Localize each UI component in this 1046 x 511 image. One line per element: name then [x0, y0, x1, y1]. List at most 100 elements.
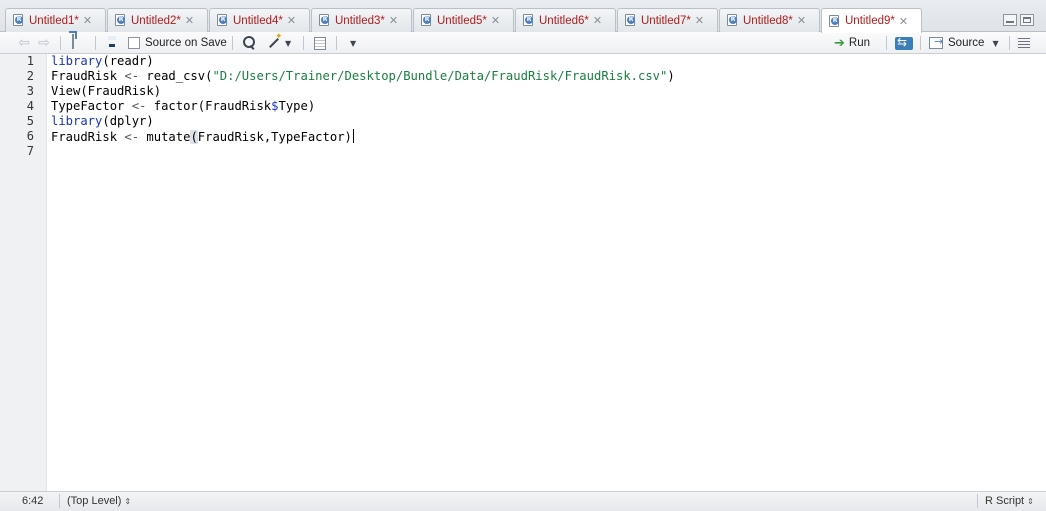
source-label: Source — [948, 37, 985, 49]
cursor-position: 6:42 — [22, 495, 44, 507]
compile-report-button[interactable] — [312, 35, 328, 51]
source-on-save-toggle[interactable]: Source on Save — [128, 35, 227, 51]
scope-selector[interactable]: (Top Level) ⇕ — [67, 495, 131, 507]
minimize-pane-icon[interactable] — [1003, 14, 1017, 26]
chevron-down-icon[interactable]: ▼ — [992, 39, 998, 48]
maximize-pane-icon[interactable] — [1020, 14, 1034, 26]
r-document-icon: R — [318, 14, 331, 27]
r-document-icon: R — [624, 14, 637, 27]
code-line-2[interactable]: FraudRisk <- read_csv("D:/Users/Trainer/… — [51, 69, 675, 84]
code-line-5[interactable]: library(dplyr) — [51, 114, 154, 129]
tab-untitled6[interactable]: R Untitled6* ✕ — [515, 8, 616, 32]
r-document-icon: R — [216, 14, 229, 27]
toolbar-divider — [336, 36, 337, 50]
status-divider — [977, 494, 978, 508]
matched-paren-highlight: ( — [190, 130, 198, 144]
r-document-icon: R — [12, 14, 25, 27]
code-editor[interactable]: 1 2 3 4 5 6 7 library(readr) FraudRisk <… — [0, 54, 1046, 491]
line-number: 1 — [26, 54, 34, 68]
toolbar-divider — [920, 36, 921, 50]
more-options-dropdown[interactable]: ▼ — [347, 35, 356, 51]
close-icon[interactable]: ✕ — [899, 16, 908, 27]
chevron-down-icon: ▼ — [350, 38, 357, 48]
show-in-new-window-button[interactable] — [70, 34, 86, 51]
close-icon[interactable]: ✕ — [491, 15, 500, 26]
close-icon[interactable]: ✕ — [83, 15, 92, 26]
tab-untitled1[interactable]: R Untitled1* ✕ — [5, 8, 106, 32]
r-document-icon: R — [522, 14, 535, 27]
keyword-token: library — [51, 54, 103, 68]
code-line-3[interactable]: View(FraudRisk) — [51, 84, 161, 99]
r-document-icon: R — [828, 14, 841, 28]
back-button[interactable]: ⇦ — [16, 35, 32, 51]
close-icon[interactable]: ✕ — [797, 15, 806, 26]
scope-label: (Top Level) — [67, 495, 122, 507]
editor-toolbar: ⇦ ⇨ Source on Save ▼ ▼ ➔ Run Source ▼ — [0, 32, 1046, 54]
popout-icon — [70, 34, 86, 51]
toolbar-divider — [1009, 36, 1010, 50]
find-replace-button[interactable] — [241, 35, 257, 51]
run-button[interactable]: ➔ Run — [834, 35, 870, 51]
run-label: Run — [848, 37, 871, 49]
tab-untitled5[interactable]: R Untitled5* ✕ — [413, 8, 514, 32]
tab-untitled7[interactable]: R Untitled7* ✕ — [617, 8, 718, 32]
code-line-1[interactable]: library(readr) — [51, 54, 154, 69]
code-token: ) — [667, 69, 675, 83]
run-arrow-icon: ➔ — [834, 35, 845, 51]
file-type-selector[interactable]: R Script ⇕ — [985, 495, 1034, 507]
tab-untitled4[interactable]: R Untitled4* ✕ — [209, 8, 310, 32]
close-icon[interactable]: ✕ — [593, 15, 602, 26]
source-on-save-checkbox[interactable] — [128, 37, 140, 49]
close-icon[interactable]: ✕ — [287, 15, 296, 26]
floppy-disk-icon — [104, 35, 120, 51]
code-line-6[interactable]: FraudRisk <- mutate(FraudRisk,TypeFactor… — [51, 129, 354, 145]
magic-wand-icon — [266, 32, 283, 51]
updown-chevron-icon: ⇕ — [124, 497, 132, 506]
source-file-icon — [929, 35, 943, 49]
rerun-button[interactable] — [895, 35, 913, 51]
magnifier-icon — [241, 35, 257, 51]
rerun-icon — [895, 35, 913, 50]
editor-tab-bar: R Untitled1* ✕ R Untitled2* ✕ R Untitled… — [0, 0, 1046, 33]
r-document-icon: R — [114, 14, 127, 27]
tab-untitled9[interactable]: R Untitled9* ✕ — [821, 8, 922, 33]
code-line-4[interactable]: TypeFactor <- factor(FraudRisk$Type) — [51, 99, 315, 114]
document-outline-button[interactable] — [1018, 35, 1030, 51]
forward-button[interactable]: ⇨ — [36, 35, 52, 51]
toolbar-divider — [886, 36, 887, 50]
line-number: 5 — [26, 114, 34, 128]
file-type-label: R Script — [985, 495, 1025, 507]
code-token: mutate — [139, 130, 191, 144]
toolbar-divider — [232, 36, 233, 50]
operator-token: <- — [124, 130, 140, 144]
code-token: TypeFactor — [51, 99, 132, 113]
toolbar-divider — [60, 36, 61, 50]
r-document-icon: R — [726, 14, 739, 27]
operator-token: <- — [124, 69, 140, 83]
tab-label: Untitled5* — [437, 14, 487, 27]
code-token: (readr) — [102, 54, 154, 68]
line-number: 6 — [26, 129, 34, 143]
line-number: 3 — [26, 84, 34, 98]
code-token: Type) — [278, 99, 316, 113]
save-button[interactable] — [104, 35, 120, 51]
text-cursor — [352, 129, 354, 143]
operator-token: <- — [131, 99, 147, 113]
code-token: FraudRisk — [51, 130, 125, 144]
tab-untitled3[interactable]: R Untitled3* ✕ — [311, 8, 412, 32]
close-icon[interactable]: ✕ — [185, 15, 194, 26]
source-button[interactable]: Source ▼ — [929, 35, 999, 51]
tab-label: Untitled6* — [539, 14, 589, 27]
code-tools-button[interactable]: ▼ — [266, 32, 291, 51]
line-number: 2 — [26, 69, 34, 83]
tab-untitled8[interactable]: R Untitled8* ✕ — [719, 8, 820, 32]
close-icon[interactable]: ✕ — [389, 15, 398, 26]
line-number-gutter: 1 2 3 4 5 6 7 — [0, 54, 47, 491]
code-token: factor(FraudRisk — [146, 99, 272, 113]
updown-chevron-icon: ⇕ — [1027, 497, 1034, 506]
tab-untitled2[interactable]: R Untitled2* ✕ — [107, 8, 208, 32]
code-token: FraudRisk — [51, 69, 125, 83]
close-icon[interactable]: ✕ — [695, 15, 704, 26]
tab-label: Untitled4* — [233, 14, 283, 27]
line-number: 4 — [26, 99, 34, 113]
